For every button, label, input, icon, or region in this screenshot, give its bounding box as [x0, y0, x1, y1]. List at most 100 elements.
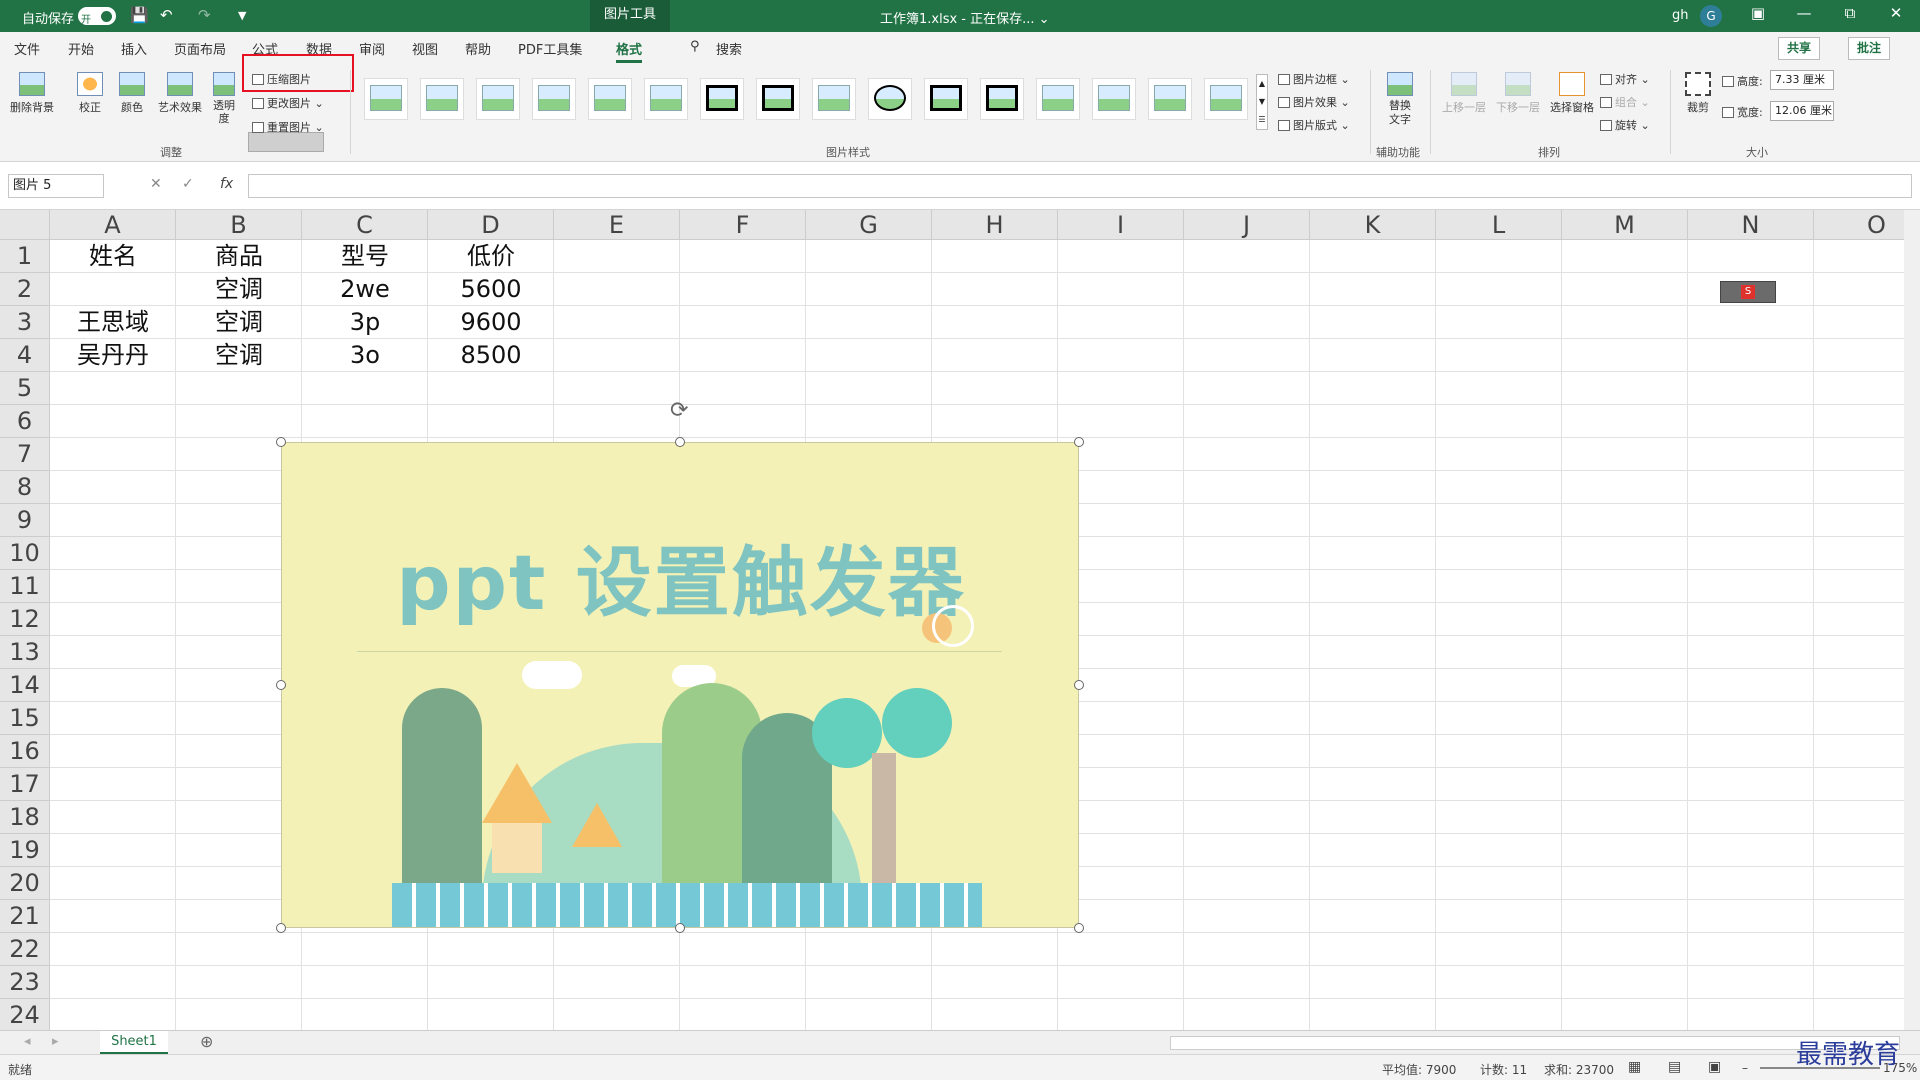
color-button[interactable]: 颜色 [114, 72, 150, 115]
cell-b3[interactable]: 空调 [176, 306, 302, 339]
picture-style-7[interactable] [700, 78, 744, 120]
picture-style-1[interactable] [364, 78, 408, 120]
column-header-j[interactable]: J [1184, 210, 1310, 240]
column-header-i[interactable]: I [1058, 210, 1184, 240]
picture-layout-button[interactable]: 图片版式 ⌄ [1278, 117, 1350, 133]
picture-style-14[interactable] [1092, 78, 1136, 120]
share-button[interactable]: 共享 [1778, 37, 1821, 60]
row-header-2[interactable]: 2 [0, 273, 50, 306]
column-header-g[interactable]: G [806, 210, 932, 240]
align-button[interactable]: 对齐 ⌄ [1600, 71, 1650, 87]
row-header-5[interactable]: 5 [0, 372, 50, 405]
row-header-17[interactable]: 17 [0, 768, 50, 801]
redo-icon[interactable]: ↷ [198, 6, 211, 24]
cancel-icon[interactable]: ✕ [150, 176, 162, 192]
picture-effects-button[interactable]: 图片效果 ⌄ [1278, 94, 1350, 110]
row-header-24[interactable]: 24 [0, 999, 50, 1030]
picture-style-11[interactable] [924, 78, 968, 120]
resize-handle[interactable] [1074, 680, 1084, 690]
row-header-3[interactable]: 3 [0, 306, 50, 339]
cell-c4[interactable]: 3o [302, 339, 428, 372]
cell-b1[interactable]: 商品 [176, 240, 302, 273]
name-box[interactable]: 图片 5 [8, 174, 104, 198]
undo-icon[interactable]: ↶ [160, 6, 173, 24]
tab-insert[interactable]: 插入 [121, 39, 147, 58]
crop-button[interactable]: 裁剪 [1680, 72, 1716, 115]
column-header-f[interactable]: F [680, 210, 806, 240]
picture-style-13[interactable] [1036, 78, 1080, 120]
resize-handle[interactable] [1074, 923, 1084, 933]
selection-pane-button[interactable]: 选择窗格 [1546, 72, 1598, 115]
column-header-h[interactable]: H [932, 210, 1058, 240]
rotate-button[interactable]: 旋转 ⌄ [1600, 117, 1650, 133]
transparency-button[interactable]: 透明度 [210, 72, 238, 125]
send-backward-button[interactable]: 下移一层 [1492, 72, 1544, 115]
restore-icon[interactable]: ⧉ [1830, 4, 1870, 22]
resize-handle[interactable] [675, 923, 685, 933]
row-header-11[interactable]: 11 [0, 570, 50, 603]
bring-forward-button[interactable]: 上移一层 [1438, 72, 1490, 115]
row-header-21[interactable]: 21 [0, 900, 50, 933]
customize-qat-icon[interactable]: ▼ [238, 9, 246, 22]
cell-d2[interactable]: 5600 [428, 273, 554, 306]
cell-c1[interactable]: 型号 [302, 240, 428, 273]
picture-style-6[interactable] [644, 78, 688, 120]
row-header-19[interactable]: 19 [0, 834, 50, 867]
vertical-scrollbar[interactable] [1904, 210, 1920, 1030]
column-header-l[interactable]: L [1436, 210, 1562, 240]
page-break-view-icon[interactable]: ▣ [1708, 1059, 1721, 1075]
row-header-20[interactable]: 20 [0, 867, 50, 900]
picture-style-8[interactable] [756, 78, 800, 120]
column-header-m[interactable]: M [1562, 210, 1688, 240]
tab-page-layout[interactable]: 页面布局 [174, 39, 226, 58]
row-header-9[interactable]: 9 [0, 504, 50, 537]
search-label[interactable]: 搜索 [716, 39, 742, 58]
cell-a4[interactable]: 吴丹丹 [50, 339, 176, 372]
cell-c3[interactable]: 3p [302, 306, 428, 339]
row-header-14[interactable]: 14 [0, 669, 50, 702]
tab-help[interactable]: 帮助 [465, 39, 491, 58]
row-header-12[interactable]: 12 [0, 603, 50, 636]
picture-style-10[interactable] [868, 78, 912, 120]
reset-picture-button[interactable]: 重置图片 ⌄ [252, 119, 324, 135]
add-sheet-icon[interactable]: ⊕ [200, 1032, 213, 1051]
column-header-o[interactable]: O [1814, 210, 1904, 240]
cell-c2[interactable]: 2we [302, 273, 428, 306]
row-header-15[interactable]: 15 [0, 702, 50, 735]
artistic-effects-button[interactable]: 艺术效果 [154, 72, 206, 115]
tab-pdf-tools[interactable]: PDF工具集 [518, 39, 582, 58]
cell-b4[interactable]: 空调 [176, 339, 302, 372]
group-button[interactable]: 组合 ⌄ [1600, 94, 1650, 110]
rotate-handle-icon[interactable]: ⟳ [670, 398, 688, 423]
cell-b2[interactable]: 空调 [176, 273, 302, 306]
tab-review[interactable]: 审阅 [359, 39, 385, 58]
next-sheet-icon[interactable]: ▸ [52, 1034, 59, 1049]
floating-ime-toolbar[interactable]: S [1720, 281, 1776, 303]
column-header-d[interactable]: D [428, 210, 554, 240]
corrections-button[interactable]: 校正 [72, 72, 108, 115]
ribbon-display-icon[interactable]: ▣ [1738, 4, 1778, 22]
row-header-4[interactable]: 4 [0, 339, 50, 372]
tab-format[interactable]: 格式 [616, 39, 643, 63]
picture-style-4[interactable] [532, 78, 576, 120]
row-header-16[interactable]: 16 [0, 735, 50, 768]
row-header-18[interactable]: 18 [0, 801, 50, 834]
change-picture-button[interactable]: 更改图片 ⌄ [252, 95, 324, 111]
column-header-k[interactable]: K [1310, 210, 1436, 240]
zoom-out-icon[interactable]: – [1742, 1061, 1748, 1075]
alt-text-button[interactable]: 替换文字 [1380, 72, 1420, 127]
cell-a1[interactable]: 姓名 [50, 240, 176, 273]
row-header-23[interactable]: 23 [0, 966, 50, 999]
search-icon[interactable]: ⚲ [690, 39, 700, 54]
inserted-picture[interactable]: ppt 设置触发器 [281, 442, 1079, 928]
save-icon[interactable]: 💾 [130, 6, 149, 24]
cell-a3[interactable]: 王思域 [50, 306, 176, 339]
tab-home[interactable]: 开始 [68, 39, 94, 58]
picture-border-button[interactable]: 图片边框 ⌄ [1278, 71, 1350, 87]
resize-handle[interactable] [276, 923, 286, 933]
normal-view-icon[interactable]: ▦ [1628, 1059, 1641, 1075]
enter-icon[interactable]: ✓ [182, 176, 194, 192]
tab-view[interactable]: 视图 [412, 39, 438, 58]
document-title[interactable]: 工作簿1.xlsx - 正在保存... ⌄ [880, 8, 1050, 27]
column-header-b[interactable]: B [176, 210, 302, 240]
